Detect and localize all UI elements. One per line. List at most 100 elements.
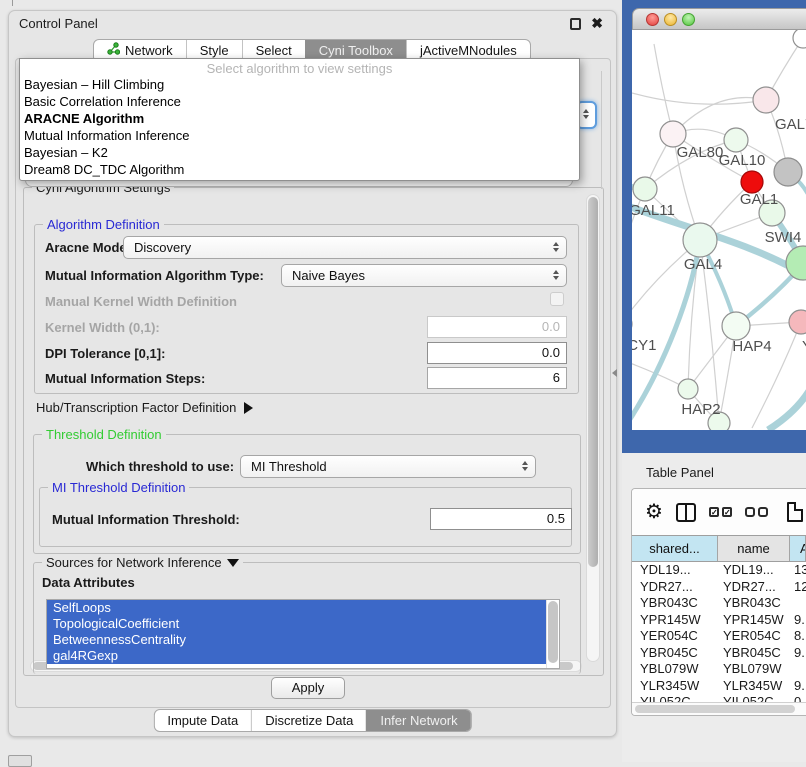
network-canvas[interactable]: GAL7GAL80GAL10GAL1GAL11SWI4GAL4GCY1HAP4Y… xyxy=(632,30,806,430)
network-node[interactable] xyxy=(633,177,657,201)
select-all-columns-icon[interactable]: ✓✓ xyxy=(709,507,732,517)
column-layout-icon[interactable] xyxy=(676,503,696,522)
table-header-row: shared... name A xyxy=(632,535,806,562)
column-header-shared[interactable]: shared... xyxy=(632,536,718,561)
network-edge[interactable] xyxy=(654,44,673,134)
table-horizontal-scrollbar[interactable] xyxy=(632,702,806,715)
algorithm-popup-placeholder: Select algorithm to view settings xyxy=(20,59,579,76)
aracne-mode-combo[interactable]: Discovery xyxy=(123,236,567,259)
collapsed-panel-stub[interactable] xyxy=(8,755,32,767)
network-node-label: HAP2 xyxy=(681,401,720,418)
close-traffic-light[interactable] xyxy=(646,13,659,26)
network-node[interactable] xyxy=(724,128,748,152)
window-edge-tick xyxy=(12,0,13,6)
combo-arrows-icon xyxy=(553,242,559,252)
network-edge[interactable] xyxy=(768,386,806,430)
table-rows: YDL19...YDL19...13YDR27...YDR27...12YBR0… xyxy=(632,562,806,703)
algorithm-popup-item[interactable]: Mutual Information Inference xyxy=(20,127,579,144)
manual-kernel-checkbox[interactable] xyxy=(550,292,564,306)
table-toolbar: ⚙ ✓✓ xyxy=(632,489,806,535)
dpi-tolerance-field[interactable]: 0.0 xyxy=(427,342,567,364)
network-view-window: GAL7GAL80GAL10GAL1GAL11SWI4GAL4GCY1HAP4Y… xyxy=(632,8,806,445)
network-node[interactable] xyxy=(774,158,802,186)
table-row[interactable]: YBR043CYBR043C xyxy=(632,595,806,612)
settings-vertical-scrollbar[interactable] xyxy=(586,194,600,662)
network-node[interactable] xyxy=(683,223,717,257)
expand-right-icon xyxy=(244,402,253,414)
data-attribute-item[interactable]: TopologicalCoefficient xyxy=(47,616,559,632)
table-panel: Table Panel ⚙ ✓✓ shared... name A YDL19.… xyxy=(622,453,806,762)
table-row[interactable]: YDL19...YDL19...13 xyxy=(632,562,806,579)
kernel-width-field[interactable]: 0.0 xyxy=(427,316,567,338)
network-node-label: Y xyxy=(802,338,806,355)
algorithm-popup-item[interactable]: Bayesian – K2 xyxy=(20,144,579,161)
sources-group: Sources for Network Inference Data Attri… xyxy=(33,562,581,674)
mi-steps-field[interactable]: 6 xyxy=(427,367,567,389)
algorithm-popup-item[interactable]: Bayesian – Hill Climbing xyxy=(20,76,579,93)
close-icon[interactable]: ✖ xyxy=(591,15,603,32)
network-node-label: SWI4 xyxy=(765,229,802,246)
algorithm-popup-item[interactable]: ARACNE Algorithm xyxy=(20,110,579,127)
table-row[interactable]: YLR345WYLR345W9. xyxy=(632,678,806,695)
algorithm-popup-item[interactable]: Dream8 DC_TDC Algorithm xyxy=(20,161,579,178)
float-window-icon[interactable] xyxy=(570,18,581,30)
data-attribute-item[interactable]: SelfLoops xyxy=(47,600,559,616)
network-view-background: GAL7GAL80GAL10GAL1GAL11SWI4GAL4GCY1HAP4Y… xyxy=(622,0,806,453)
mi-type-combo[interactable]: Naive Bayes xyxy=(281,264,567,287)
column-header-name[interactable]: name xyxy=(718,536,790,561)
data-attributes-list[interactable]: SelfLoopsTopologicalCoefficientBetweenne… xyxy=(46,599,560,669)
hidden-group-border xyxy=(601,71,602,189)
network-node-label: GAL4 xyxy=(684,256,722,273)
algorithm-definition-group: Algorithm Definition Aracne Mode: Discov… xyxy=(34,224,579,394)
node-table: ⚙ ✓✓ shared... name A YDL19...YDL19...13… xyxy=(631,488,806,716)
table-row[interactable]: YER054CYER054C8. xyxy=(632,628,806,645)
column-header-partial[interactable]: A xyxy=(790,536,806,561)
tab-discretize-data[interactable]: Discretize Data xyxy=(251,710,366,731)
network-node[interactable] xyxy=(722,312,750,340)
combo-arrows-icon xyxy=(553,270,559,280)
table-row[interactable]: YBL079WYBL079W xyxy=(632,661,806,678)
algorithm-popup-item[interactable]: Basic Correlation Inference xyxy=(20,93,579,110)
deselect-all-columns-icon[interactable] xyxy=(745,507,768,517)
table-row[interactable]: YPR145WYPR145W9. xyxy=(632,612,806,629)
data-attribute-item[interactable]: gal4RGexp xyxy=(47,648,559,664)
dpi-tolerance-label: DPI Tolerance [0,1]: xyxy=(45,346,165,361)
threshold-definition-group: Threshold Definition Which threshold to … xyxy=(33,434,581,554)
kernel-width-label: Kernel Width (0,1): xyxy=(45,320,160,335)
network-node[interactable] xyxy=(786,246,806,280)
which-threshold-combo[interactable]: MI Threshold xyxy=(240,455,536,478)
sources-group-title[interactable]: Sources for Network Inference xyxy=(42,555,243,570)
network-node-label: GAL1 xyxy=(740,191,778,208)
export-table-icon[interactable] xyxy=(787,502,803,522)
network-node-label: GCY1 xyxy=(632,337,656,354)
network-node[interactable] xyxy=(793,30,806,48)
mi-threshold-group-title: MI Threshold Definition xyxy=(48,480,189,495)
network-node-label: GAL7 xyxy=(775,116,806,133)
network-node-label: GAL11 xyxy=(632,202,675,219)
apply-button[interactable]: Apply xyxy=(271,677,345,699)
network-node[interactable] xyxy=(789,310,806,334)
network-node[interactable] xyxy=(753,87,779,113)
algorithm-popup-items: Bayesian – Hill ClimbingBasic Correlatio… xyxy=(20,76,579,178)
mi-threshold-field[interactable]: 0.5 xyxy=(430,508,572,530)
hub-tf-definition-toggle[interactable]: Hub/Transcription Factor Definition xyxy=(36,400,253,415)
splitpane-handle-icon[interactable] xyxy=(612,369,617,377)
network-node[interactable] xyxy=(741,171,763,193)
gear-icon[interactable]: ⚙ xyxy=(645,502,663,522)
algorithm-dropdown-popup: Select algorithm to view settings Bayesi… xyxy=(19,58,580,181)
collapse-down-icon xyxy=(227,559,239,567)
control-panel-window: Control Panel ✖ gal-filtered.sif default… xyxy=(8,10,617,737)
minimize-traffic-light[interactable] xyxy=(664,13,677,26)
combo-arrows-icon xyxy=(522,461,528,471)
list-scrollbar[interactable] xyxy=(546,600,559,668)
table-row[interactable]: YDR27...YDR27...12 xyxy=(632,579,806,596)
zoom-traffic-light[interactable] xyxy=(682,13,695,26)
control-panel-title: Control Panel xyxy=(19,16,98,31)
data-attribute-item[interactable]: BetweennessCentrality xyxy=(47,632,559,648)
table-row[interactable]: YBR045CYBR045C9. xyxy=(632,645,806,662)
which-threshold-label: Which threshold to use: xyxy=(86,459,234,474)
tab-infer-network[interactable]: Infer Network xyxy=(366,710,470,731)
tab-impute-data[interactable]: Impute Data xyxy=(154,710,251,731)
network-window-titlebar[interactable] xyxy=(632,8,806,30)
network-node[interactable] xyxy=(678,379,698,399)
